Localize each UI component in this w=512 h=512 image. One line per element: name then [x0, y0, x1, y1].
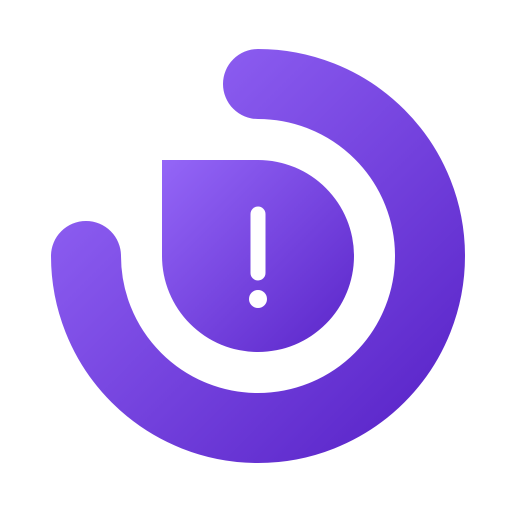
app-alert-icon [51, 49, 465, 463]
app-icon-canvas [0, 0, 512, 512]
exclamation-mark-icon [249, 206, 267, 308]
exclamation-dot [249, 290, 267, 308]
